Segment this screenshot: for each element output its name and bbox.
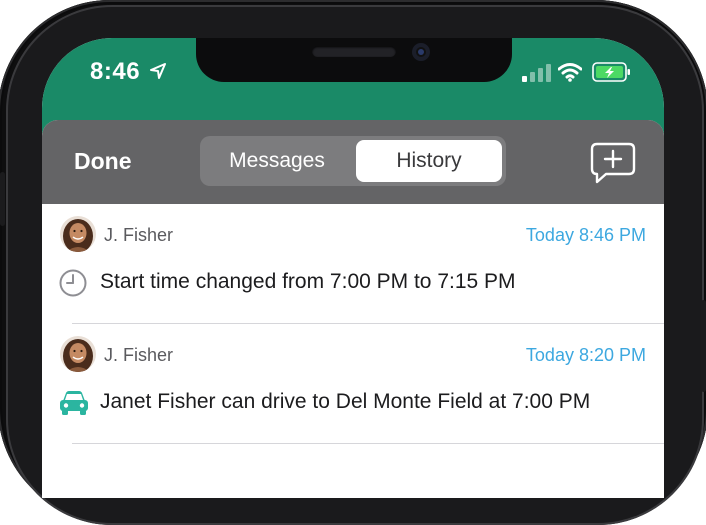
author-name: J. Fisher — [104, 225, 174, 245]
event-description: Janet Fisher can drive to Del Monte Fiel… — [100, 390, 591, 413]
event-description: Start time changed from 7:00 PM to 7:15 … — [100, 270, 516, 293]
sheet-toolbar: Done Messages History — [42, 120, 664, 204]
wifi-icon — [558, 63, 582, 82]
avatar — [60, 336, 96, 372]
add-message-icon[interactable] — [590, 142, 636, 184]
clock-icon — [59, 269, 87, 297]
segmented-control: Messages History — [200, 136, 506, 186]
history-item: J. Fisher Today 8:46 PM Start time chang… — [42, 204, 664, 324]
car-icon — [60, 391, 88, 415]
author-name: J. Fisher — [104, 345, 174, 365]
tab-history[interactable]: History — [356, 140, 502, 182]
phone-screen: 8:46 Done Messages History J. Fisher Tod… — [42, 38, 664, 498]
avatar — [60, 216, 96, 252]
battery-charging-icon — [592, 62, 630, 82]
power-button — [701, 300, 706, 392]
timestamp: Today 8:20 PM — [525, 345, 646, 365]
history-item: J. Fisher Today 8:20 PM Janet Fisher can… — [42, 324, 664, 444]
done-button[interactable]: Done — [74, 148, 132, 175]
timestamp: Today 8:46 PM — [525, 225, 646, 245]
status-time: 8:46 — [90, 58, 141, 85]
volume-button — [0, 172, 5, 226]
tab-messages[interactable]: Messages — [204, 140, 350, 182]
speaker-grille — [312, 46, 396, 57]
location-arrow-icon — [150, 63, 166, 79]
cellular-signal-icon — [522, 64, 551, 82]
front-camera — [412, 43, 430, 61]
notch — [196, 38, 512, 82]
history-sheet: Done Messages History J. Fisher Today 8:… — [42, 120, 664, 498]
row-divider — [72, 443, 664, 444]
